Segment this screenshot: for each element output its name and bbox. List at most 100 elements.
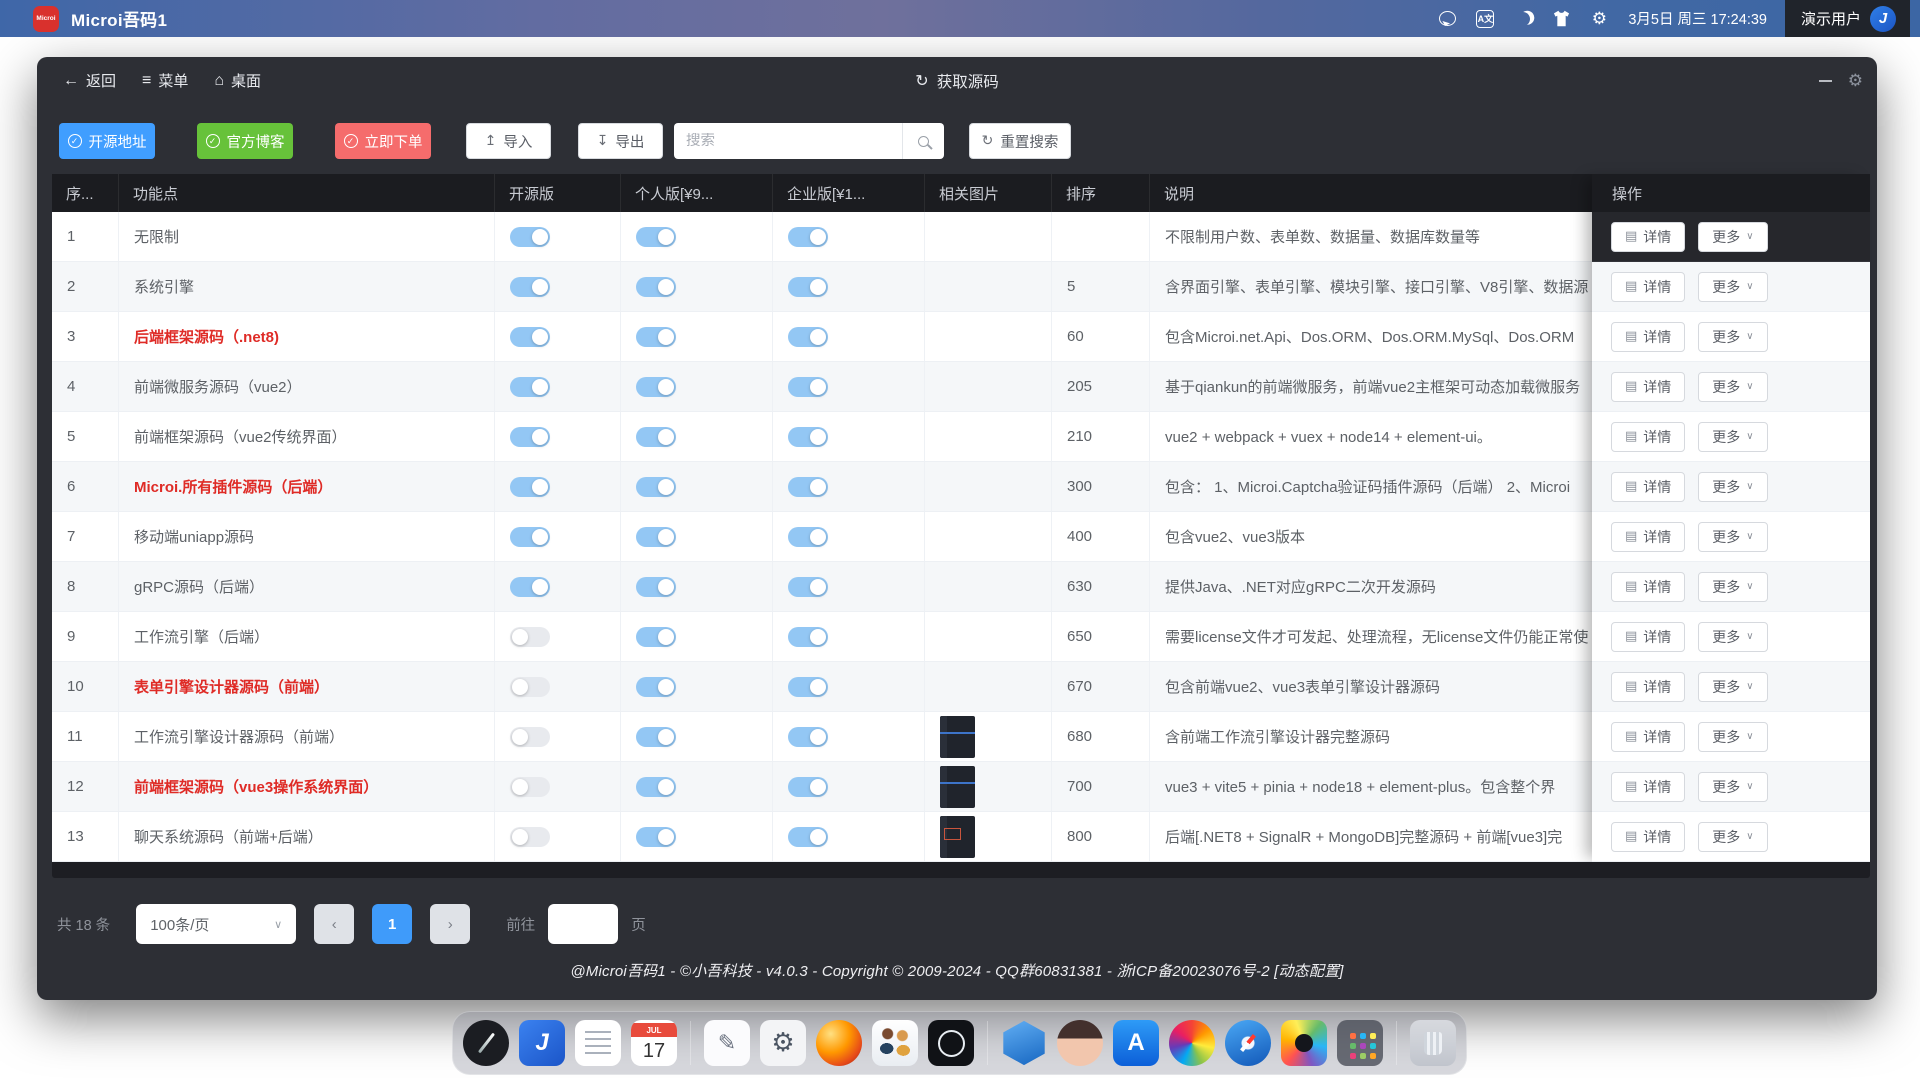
more-button[interactable]: 更多 ∨ — [1698, 772, 1767, 802]
more-button[interactable]: 更多 ∨ — [1698, 272, 1767, 302]
related-image-thumbnail[interactable] — [940, 766, 975, 808]
refresh-icon[interactable]: ↻ — [915, 71, 928, 91]
minimize-button[interactable] — [1819, 80, 1832, 82]
toggle-enterprise-on[interactable] — [788, 727, 828, 747]
detail-button[interactable]: ▤详情 — [1611, 822, 1685, 852]
more-button[interactable]: 更多 ∨ — [1698, 822, 1767, 852]
aperture-dock-icon[interactable] — [928, 1020, 974, 1066]
theme-icon[interactable] — [1542, 0, 1580, 37]
pen-tool-dock-icon[interactable] — [463, 1020, 509, 1066]
settings-icon[interactable]: ⚙ — [1580, 0, 1618, 37]
toggle-enterprise-on[interactable] — [788, 577, 828, 597]
detail-button[interactable]: ▤详情 — [1611, 772, 1685, 802]
desktop-button[interactable]: ⌂ 桌面 — [214, 70, 261, 91]
more-button[interactable]: 更多 ∨ — [1698, 322, 1767, 352]
toggle-open-off[interactable] — [510, 827, 550, 847]
detail-button[interactable]: ▤详情 — [1611, 622, 1685, 652]
toggle-open-off[interactable] — [510, 627, 550, 647]
back-button[interactable]: ← 返回 — [63, 70, 116, 91]
related-image-thumbnail[interactable] — [940, 716, 975, 758]
firefox-dock-icon[interactable] — [816, 1020, 862, 1066]
more-button[interactable]: 更多 ∨ — [1698, 422, 1767, 452]
dark-mode-icon[interactable] — [1504, 0, 1542, 37]
toggle-open-on[interactable] — [510, 427, 550, 447]
toggle-enterprise-on[interactable] — [788, 527, 828, 547]
export-button[interactable]: ↧ 导出 — [578, 123, 663, 159]
toggle-open-off[interactable] — [510, 677, 550, 697]
user-menu[interactable]: 演示用户 J — [1785, 0, 1910, 37]
next-page-button[interactable]: › — [430, 904, 470, 944]
detail-button[interactable]: ▤详情 — [1611, 722, 1685, 752]
toggle-enterprise-on[interactable] — [788, 677, 828, 697]
more-button[interactable]: 更多 ∨ — [1698, 222, 1767, 252]
window-settings-icon[interactable]: ⚙ — [1848, 71, 1863, 91]
more-button[interactable]: 更多 ∨ — [1698, 622, 1767, 652]
toggle-personal-on[interactable] — [636, 777, 676, 797]
toggle-personal-on[interactable] — [636, 227, 676, 247]
detail-button[interactable]: ▤详情 — [1611, 472, 1685, 502]
toggle-personal-on[interactable] — [636, 377, 676, 397]
official-blog-button[interactable]: ✓ 官方博客 — [197, 123, 293, 159]
microi-dock-icon[interactable] — [519, 1020, 565, 1066]
toggle-personal-on[interactable] — [636, 277, 676, 297]
contacts-dock-icon[interactable] — [872, 1020, 918, 1066]
taskbar-clock[interactable]: 3月5日 周三 17:24:39 — [1628, 8, 1767, 29]
current-page-button[interactable]: 1 — [372, 904, 412, 944]
toggle-enterprise-on[interactable] — [788, 477, 828, 497]
detail-button[interactable]: ▤详情 — [1611, 672, 1685, 702]
calendar-dock-icon[interactable]: JUL17 — [631, 1020, 677, 1066]
toggle-personal-on[interactable] — [636, 427, 676, 447]
toggle-enterprise-on[interactable] — [788, 777, 828, 797]
search-input[interactable] — [674, 133, 902, 149]
toggle-personal-on[interactable] — [636, 527, 676, 547]
page-size-select[interactable]: 100条/页 ∨ — [136, 904, 296, 944]
app-logo[interactable]: Microi — [33, 6, 59, 32]
toggle-enterprise-on[interactable] — [788, 827, 828, 847]
safari-dock-icon[interactable] — [1225, 1020, 1271, 1066]
detail-button[interactable]: ▤详情 — [1611, 522, 1685, 552]
horizontal-scrollbar[interactable] — [52, 862, 1870, 878]
related-image-thumbnail[interactable] — [940, 816, 975, 858]
more-button[interactable]: 更多 ∨ — [1698, 672, 1767, 702]
toggle-open-off[interactable] — [510, 777, 550, 797]
toggle-personal-on[interactable] — [636, 827, 676, 847]
toggle-open-on[interactable] — [510, 477, 550, 497]
detail-button[interactable]: ▤详情 — [1611, 222, 1685, 252]
toggle-personal-on[interactable] — [636, 727, 676, 747]
toggle-open-on[interactable] — [510, 377, 550, 397]
toggle-personal-on[interactable] — [636, 627, 676, 647]
toggle-enterprise-on[interactable] — [788, 427, 828, 447]
toggle-enterprise-on[interactable] — [788, 377, 828, 397]
more-button[interactable]: 更多 ∨ — [1698, 472, 1767, 502]
open-source-button[interactable]: ✓ 开源地址 — [59, 123, 155, 159]
text-editor-dock-icon[interactable] — [704, 1020, 750, 1066]
toggle-open-on[interactable] — [510, 227, 550, 247]
notes-dock-icon[interactable] — [575, 1020, 621, 1066]
toggle-enterprise-on[interactable] — [788, 277, 828, 297]
more-button[interactable]: 更多 ∨ — [1698, 372, 1767, 402]
app-store-dock-icon[interactable] — [1113, 1020, 1159, 1066]
detail-button[interactable]: ▤详情 — [1611, 272, 1685, 302]
menu-button[interactable]: ≡ 菜单 — [142, 70, 188, 91]
goto-page-input[interactable] — [548, 904, 618, 944]
trash-dock-icon[interactable] — [1410, 1020, 1456, 1066]
toggle-open-on[interactable] — [510, 277, 550, 297]
toggle-open-on[interactable] — [510, 527, 550, 547]
chat-icon[interactable] — [1428, 0, 1466, 37]
gem-dock-icon[interactable] — [1001, 1020, 1047, 1066]
toggle-open-on[interactable] — [510, 577, 550, 597]
toggle-enterprise-on[interactable] — [788, 327, 828, 347]
detail-button[interactable]: ▤详情 — [1611, 372, 1685, 402]
settings-gears-dock-icon[interactable] — [760, 1020, 806, 1066]
detail-button[interactable]: ▤详情 — [1611, 572, 1685, 602]
launchpad-dock-icon[interactable] — [1337, 1020, 1383, 1066]
translate-icon[interactable]: A文 — [1466, 0, 1504, 37]
more-button[interactable]: 更多 ∨ — [1698, 522, 1767, 552]
detail-button[interactable]: ▤详情 — [1611, 422, 1685, 452]
more-button[interactable]: 更多 ∨ — [1698, 722, 1767, 752]
detail-button[interactable]: ▤详情 — [1611, 322, 1685, 352]
toggle-enterprise-on[interactable] — [788, 227, 828, 247]
toggle-open-off[interactable] — [510, 727, 550, 747]
toggle-personal-on[interactable] — [636, 677, 676, 697]
toggle-personal-on[interactable] — [636, 327, 676, 347]
